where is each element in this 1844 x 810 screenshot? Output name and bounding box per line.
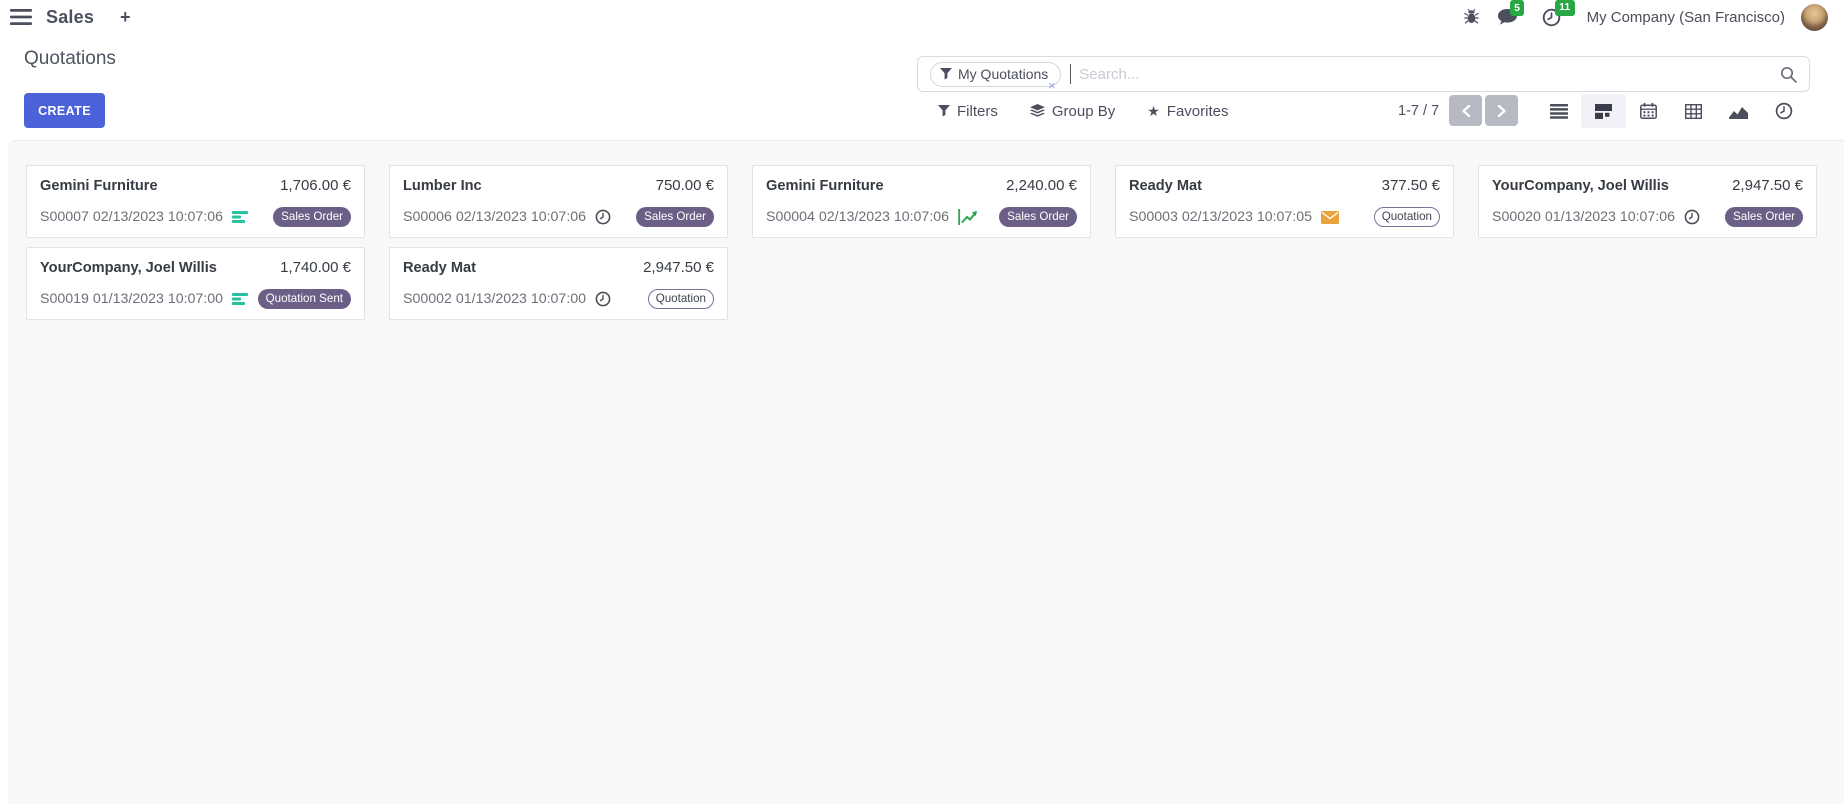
page-title: Quotations — [24, 48, 116, 70]
kanban-view: Gemini Furniture 1,706.00 € S00007 02/13/… — [8, 140, 1844, 804]
quotation-card[interactable]: Gemini Furniture 1,706.00 € S00007 02/13/… — [26, 165, 365, 238]
graph-view-icon — [1729, 104, 1748, 119]
customer-name[interactable]: Ready Mat — [1129, 178, 1202, 194]
view-switcher-kanban[interactable] — [1581, 94, 1626, 128]
user-avatar[interactable] — [1801, 4, 1828, 31]
facet-remove-x-icon[interactable]: × — [1048, 79, 1056, 92]
clock-icon[interactable] — [595, 209, 611, 225]
magnifier-icon[interactable] — [1780, 66, 1797, 83]
amount: 2,947.50 € — [643, 259, 714, 276]
status-badge: Sales Order — [273, 207, 351, 227]
activities-icon[interactable]: 11 — [1542, 8, 1561, 27]
search-input[interactable] — [1071, 66, 1780, 83]
plus-icon[interactable]: + — [120, 8, 131, 26]
control-panel: Quotations CREATE My Quotations × Filter… — [8, 34, 1844, 140]
messages-icon[interactable]: 5 — [1497, 8, 1518, 26]
view-switcher-calendar[interactable] — [1626, 94, 1671, 128]
amount: 2,947.50 € — [1732, 177, 1803, 194]
customer-name[interactable]: Ready Mat — [403, 260, 476, 276]
quotation-card[interactable]: Lumber Inc 750.00 € S00006 02/13/2023 10:… — [389, 165, 728, 238]
calendar-view-icon — [1640, 103, 1657, 119]
group-by-button[interactable]: Group By — [1030, 103, 1115, 120]
pager-next-button[interactable] — [1485, 95, 1518, 126]
hamburger-menu-icon[interactable] — [10, 9, 32, 25]
activities-count-badge: 11 — [1555, 0, 1575, 16]
clock-icon[interactable] — [1684, 209, 1700, 225]
view-switcher-pivot[interactable] — [1671, 94, 1716, 128]
quotation-card[interactable]: Gemini Furniture 2,240.00 € S00004 02/13/… — [752, 165, 1091, 238]
customer-name[interactable]: Gemini Furniture — [766, 178, 884, 194]
pager-range: 1-7 / 7 — [1398, 95, 1439, 127]
clock-icon[interactable] — [595, 291, 611, 307]
envelope-icon[interactable] — [1321, 211, 1339, 224]
order-reference: S00003 02/13/2023 10:07:05 — [1129, 209, 1312, 225]
bug-icon[interactable] — [1464, 9, 1479, 25]
view-switcher-graph[interactable] — [1716, 94, 1761, 128]
chart-up-icon[interactable] — [958, 209, 978, 225]
activity-view-icon — [1775, 102, 1793, 120]
create-button[interactable]: CREATE — [24, 93, 105, 128]
customer-name[interactable]: YourCompany, Joel Willis — [1492, 178, 1669, 194]
list-bars-icon[interactable] — [232, 292, 249, 306]
amount: 377.50 € — [1382, 177, 1440, 194]
kanban-view-icon — [1595, 103, 1612, 120]
list-bars-icon[interactable] — [232, 210, 249, 224]
order-reference: S00004 02/13/2023 10:07:06 — [766, 209, 949, 225]
order-reference: S00020 01/13/2023 10:07:06 — [1492, 209, 1675, 225]
layers-icon — [1030, 104, 1045, 118]
chevron-right-icon — [1497, 105, 1507, 117]
order-reference: S00019 01/13/2023 10:07:00 — [40, 291, 223, 307]
filters-button[interactable]: Filters — [938, 103, 998, 120]
amount: 2,240.00 € — [1006, 177, 1077, 194]
amount: 1,740.00 € — [280, 259, 351, 276]
customer-name[interactable]: Gemini Furniture — [40, 178, 158, 194]
view-switcher — [1536, 94, 1806, 128]
app-name[interactable]: Sales — [46, 7, 94, 28]
status-badge: Sales Order — [636, 207, 714, 227]
search-facet-my-quotations[interactable]: My Quotations — [930, 62, 1061, 87]
status-badge: Quotation — [648, 289, 714, 309]
pivot-view-icon — [1685, 104, 1702, 119]
favorites-button[interactable]: ★ Favorites — [1147, 103, 1228, 120]
customer-name[interactable]: YourCompany, Joel Willis — [40, 260, 217, 276]
status-badge: Sales Order — [999, 207, 1077, 227]
amount: 1,706.00 € — [280, 177, 351, 194]
quotation-card[interactable]: YourCompany, Joel Willis 1,740.00 € S0001… — [26, 247, 365, 320]
order-reference: S00006 02/13/2023 10:07:06 — [403, 209, 586, 225]
facet-label: My Quotations — [958, 66, 1048, 82]
list-view-icon — [1550, 104, 1568, 119]
order-reference: S00002 01/13/2023 10:07:00 — [403, 291, 586, 307]
amount: 750.00 € — [656, 177, 714, 194]
quotation-card[interactable]: YourCompany, Joel Willis 2,947.50 € S0002… — [1478, 165, 1817, 238]
quotation-card[interactable]: Ready Mat 2,947.50 € S00002 01/13/2023 10… — [389, 247, 728, 320]
view-switcher-activity[interactable] — [1761, 94, 1806, 128]
view-switcher-list[interactable] — [1536, 94, 1581, 128]
status-badge: Quotation Sent — [258, 289, 351, 309]
chevron-left-icon — [1461, 105, 1471, 117]
filter-bar: Filters Group By ★ Favorites — [938, 95, 1228, 127]
star-icon: ★ — [1147, 104, 1160, 118]
top-navbar: Sales + 5 11 — [0, 0, 1844, 34]
status-badge: Quotation — [1374, 207, 1440, 227]
company-switcher[interactable]: My Company (San Francisco) — [1587, 9, 1785, 26]
messages-count-badge: 5 — [1510, 0, 1525, 16]
odoo-sales-app: Sales + 5 11 — [0, 0, 1844, 810]
order-reference: S00007 02/13/2023 10:07:06 — [40, 209, 223, 225]
pager-previous-button[interactable] — [1449, 95, 1482, 126]
filter-icon — [938, 105, 950, 117]
filter-icon — [940, 68, 952, 80]
quotation-card[interactable]: Ready Mat 377.50 € S00003 02/13/2023 10:0… — [1115, 165, 1454, 238]
customer-name[interactable]: Lumber Inc — [403, 178, 482, 194]
status-badge: Sales Order — [1725, 207, 1803, 227]
